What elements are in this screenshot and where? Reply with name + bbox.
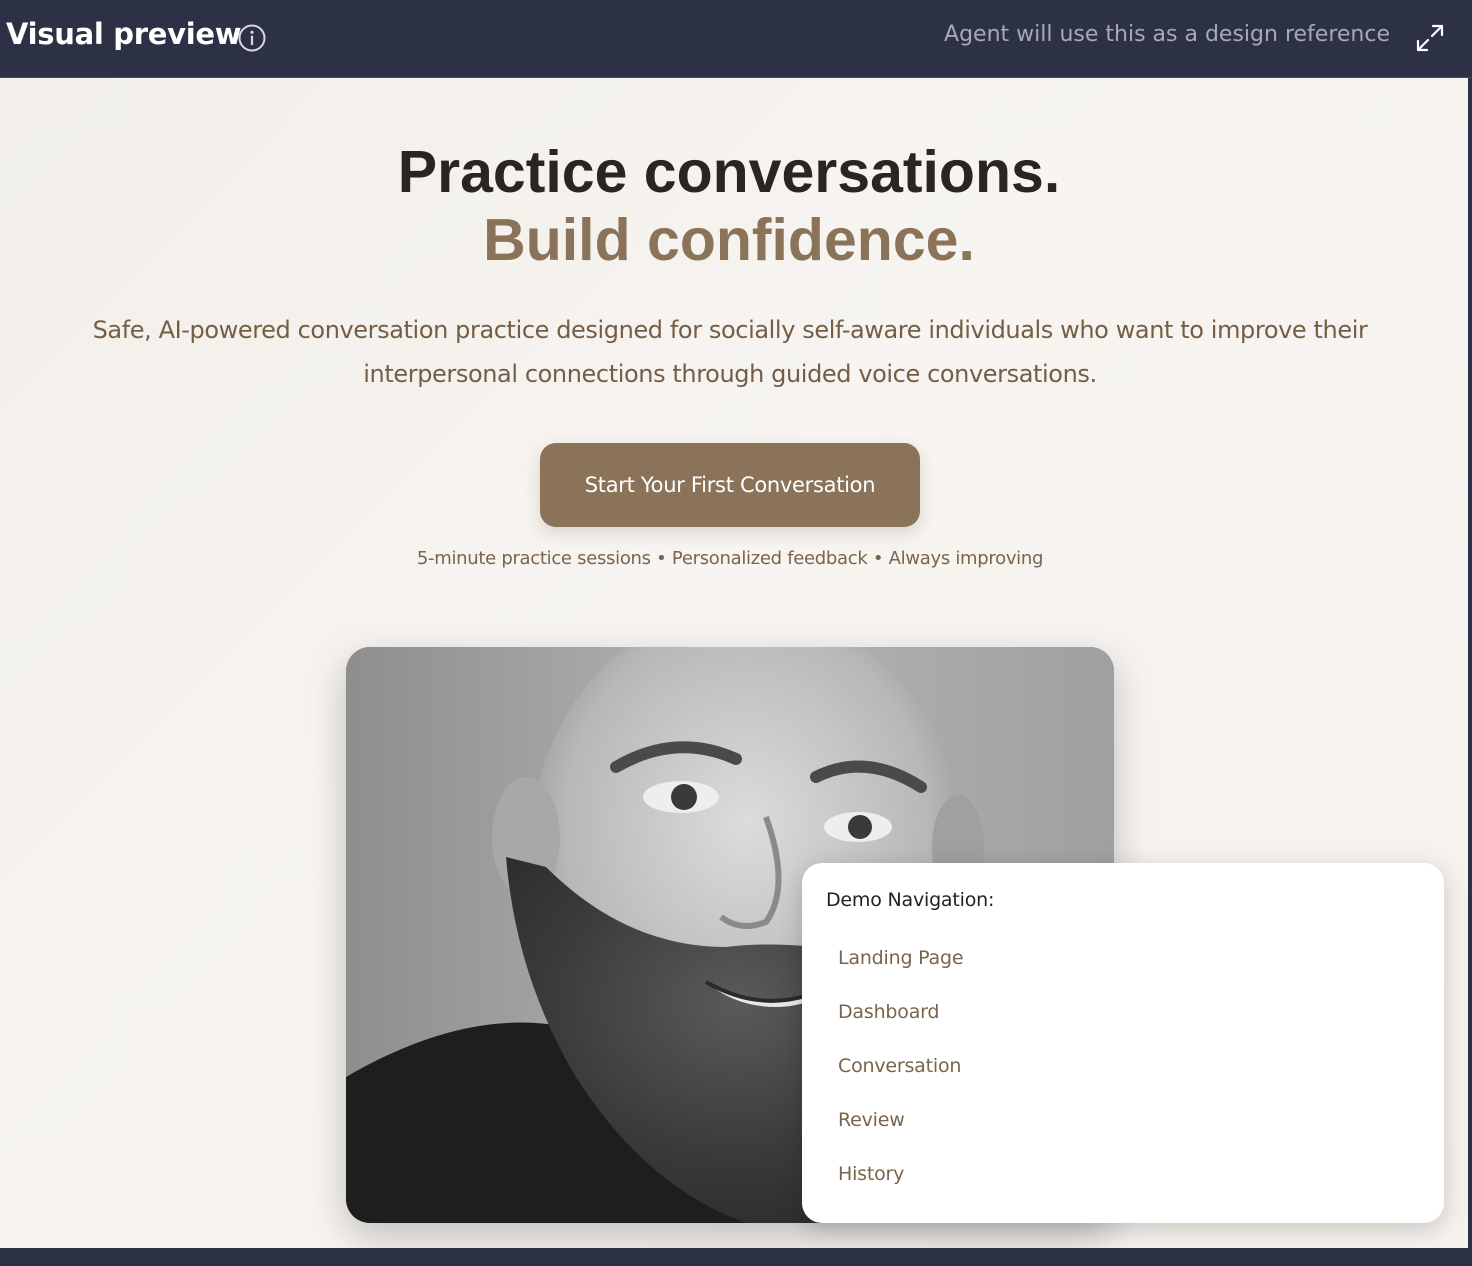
- feature-list: 5-minute practice sessions • Personalize…: [416, 548, 1044, 569]
- demo-navigation-panel: Demo Navigation: Landing Page Dashboard …: [802, 863, 1444, 1223]
- hero-title-line1: Practice conversations.: [397, 139, 1061, 205]
- demo-navigation-title: Demo Navigation:: [826, 889, 995, 911]
- hero-title-line2: Build confidence.: [483, 207, 975, 273]
- hero-title: Practice conversations. Build confidence…: [0, 138, 1458, 274]
- nav-link-conversation[interactable]: Conversation: [838, 1055, 961, 1077]
- info-icon[interactable]: [237, 23, 267, 53]
- preview-header: Visual preview Agent will use this as a …: [0, 0, 1472, 78]
- landing-page-preview: Practice conversations. Build confidence…: [0, 78, 1472, 1248]
- hero-subtitle: Safe, AI-powered conversation practice d…: [92, 316, 1368, 388]
- nav-link-dashboard[interactable]: Dashboard: [838, 1001, 939, 1023]
- nav-link-history[interactable]: History: [838, 1163, 904, 1185]
- bottom-border: [0, 1248, 1472, 1266]
- nav-link-review[interactable]: Review: [838, 1109, 905, 1131]
- expand-icon[interactable]: [1414, 22, 1446, 54]
- design-reference-note: Agent will use this as a design referenc…: [944, 22, 1390, 47]
- nav-link-landing-page[interactable]: Landing Page: [838, 947, 964, 969]
- preview-title: Visual preview: [6, 17, 242, 51]
- start-conversation-button[interactable]: Start Your First Conversation: [540, 443, 920, 527]
